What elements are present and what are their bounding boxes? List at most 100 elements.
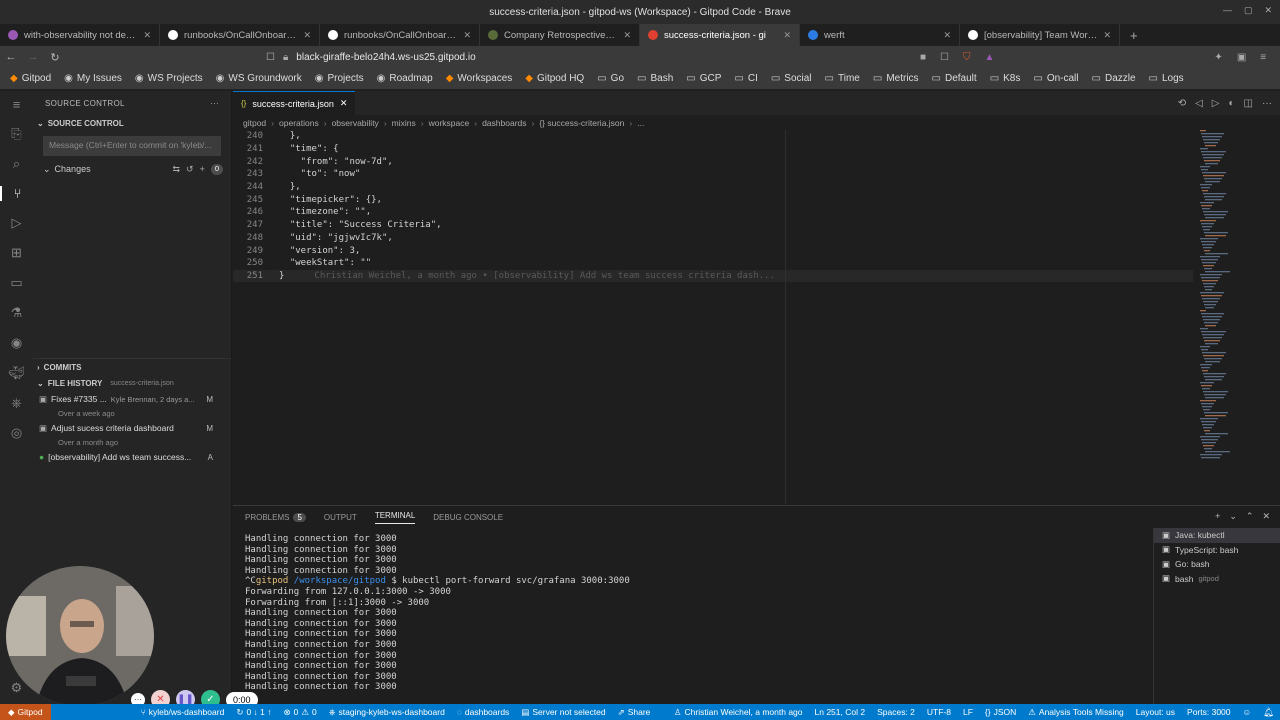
- share-button[interactable]: ⇗ Share: [612, 707, 657, 718]
- terminal-instance[interactable]: ▣ bash gitpod: [1154, 572, 1280, 587]
- bookmark-item[interactable]: ▭ Logs: [1149, 73, 1184, 84]
- source-control-section[interactable]: ⌄ SOURCE CONTROL: [33, 115, 231, 132]
- terminal-instance[interactable]: ▣ TypeScript: bash: [1154, 543, 1280, 558]
- reload-icon[interactable]: ↻: [44, 51, 66, 64]
- maximize-panel-icon[interactable]: ⌃: [1246, 511, 1254, 522]
- close-tab-icon[interactable]: ✕: [783, 30, 791, 41]
- brave-shield-icon[interactable]: ⛉: [963, 52, 971, 63]
- list-item[interactable]: ● [observability] Add ws team success... A: [33, 450, 231, 464]
- bookmark-item[interactable]: ◆ Workspaces: [446, 73, 513, 84]
- bookmark-item[interactable]: ▭ Metrics: [873, 73, 919, 84]
- more-actions-icon[interactable]: ···: [210, 99, 219, 108]
- changes-group[interactable]: ⌄ Changes ⇆ ↺ + 0: [33, 160, 231, 178]
- close-tab-icon[interactable]: ✕: [340, 98, 348, 109]
- breadcrumb-item[interactable]: workspace: [429, 118, 470, 128]
- maximize-icon[interactable]: ▢: [1244, 5, 1253, 16]
- bookmark-item[interactable]: ◉ Projects: [315, 73, 364, 84]
- close-tab-icon[interactable]: ✕: [623, 30, 631, 41]
- blame-indicator[interactable]: ♙ Christian Weichel, a month ago: [668, 707, 809, 718]
- kube-namespace-indicator[interactable]: ◌ dashboards: [451, 707, 515, 717]
- stage-all-icon[interactable]: +: [200, 164, 205, 175]
- minimize-icon[interactable]: —: [1223, 5, 1232, 16]
- server-indicator[interactable]: ▤ Server not selected: [515, 707, 611, 718]
- bookmark-item[interactable]: ◆ Gitpod HQ: [525, 73, 584, 84]
- problems-indicator[interactable]: ⊗ 0 ⚠ 0: [277, 707, 322, 718]
- bookmark-item[interactable]: ◆ Gitpod: [10, 73, 51, 84]
- extensions-icon[interactable]: ⊞: [0, 245, 33, 261]
- browser-tab[interactable]: Company Retrospectives for C ✕: [480, 24, 640, 46]
- new-terminal-icon[interactable]: +: [1215, 511, 1220, 522]
- bookmark-item[interactable]: ▭ Default: [932, 73, 977, 84]
- git-compare-icon[interactable]: ⟲: [1178, 98, 1186, 109]
- github-icon[interactable]: ◎: [0, 425, 33, 441]
- back-icon[interactable]: ←: [0, 51, 22, 63]
- wallet-icon[interactable]: ▣: [1237, 52, 1246, 63]
- bookmark-item[interactable]: ▭ GCP: [686, 73, 721, 84]
- encoding[interactable]: UTF-8: [921, 707, 957, 717]
- close-tab-icon[interactable]: ✕: [303, 30, 311, 41]
- menu-icon[interactable]: ≡: [1260, 52, 1266, 63]
- bookmark-item[interactable]: ▭ Dazzle: [1092, 73, 1136, 84]
- indentation[interactable]: Spaces: 2: [871, 707, 921, 717]
- cursor-position[interactable]: Ln 251, Col 2: [809, 707, 872, 717]
- docker-icon[interactable]: 🐳︎: [0, 365, 33, 381]
- testing-icon[interactable]: ⚗: [0, 305, 33, 321]
- bookmark-item[interactable]: ▭ Time: [825, 73, 860, 84]
- browser-tab[interactable]: success-criteria.json - gi ✕: [640, 24, 800, 46]
- close-panel-icon[interactable]: ✕: [1262, 511, 1270, 522]
- bookmark-item[interactable]: ◉ WS Projects: [135, 73, 203, 84]
- tab-terminal[interactable]: TERMINAL: [374, 511, 416, 524]
- breadcrumb-item[interactable]: {} success-criteria.json: [539, 118, 624, 128]
- bookmark-item[interactable]: ▭ K8s: [990, 73, 1021, 84]
- bookmark-item[interactable]: ◉ My Issues: [64, 73, 122, 84]
- breadcrumb-item[interactable]: ...: [637, 118, 644, 128]
- bookmark-item[interactable]: ▭ CI: [734, 73, 757, 84]
- bookmark-item[interactable]: ▭ Social: [771, 73, 812, 84]
- share-icon[interactable]: ☐: [940, 52, 949, 63]
- bookmark-item[interactable]: ◉ Roadmap: [377, 73, 433, 84]
- camera-icon[interactable]: ■: [920, 52, 926, 63]
- kubernetes-icon[interactable]: ⎈: [0, 395, 33, 411]
- menu-icon[interactable]: ≡: [0, 97, 33, 112]
- close-tab-icon[interactable]: ✕: [943, 30, 951, 41]
- browser-tab[interactable]: werft ✕: [800, 24, 960, 46]
- commits-section[interactable]: › COMMITS: [33, 358, 231, 375]
- notifications-icon[interactable]: 🔔︎: [1257, 707, 1280, 718]
- bookmark-icon[interactable]: ☐: [266, 52, 275, 63]
- breadcrumb-item[interactable]: mixins: [392, 118, 416, 128]
- analysis-tools-indicator[interactable]: ⚠ Analysis Tools Missing: [1022, 707, 1130, 718]
- code-editor[interactable]: 240 }, 241 "time": {242 "from": "now-7d",…: [233, 130, 1193, 500]
- brave-rewards-icon[interactable]: ▲: [985, 52, 995, 63]
- tab-problems[interactable]: PROBLEMS 5: [245, 512, 306, 522]
- sync-indicator[interactable]: ↻ 0 ↓ 1 ↑: [230, 707, 277, 718]
- breadcrumb-item[interactable]: operations: [279, 118, 319, 128]
- file-history-section[interactable]: ⌄ FILE HISTORY success-criteria.json: [33, 375, 231, 392]
- next-change-icon[interactable]: ▷: [1212, 98, 1220, 109]
- kube-context-indicator[interactable]: ⎈ staging-kyleb-ws-dashboard: [323, 707, 451, 718]
- list-item[interactable]: ▣ Fixes #7335 ... Kyle Brennan, 2 days a..…: [33, 392, 231, 406]
- gitlens-icon[interactable]: ◉: [0, 335, 33, 351]
- remote-indicator[interactable]: ◆ Gitpod: [0, 704, 51, 720]
- bookmark-item[interactable]: ◉ WS Groundwork: [216, 73, 302, 84]
- close-tab-icon[interactable]: ✕: [143, 30, 151, 41]
- breadcrumb-item[interactable]: dashboards: [482, 118, 526, 128]
- breadcrumb-item[interactable]: observability: [332, 118, 379, 128]
- address-bar[interactable]: ☐ 🔒︎ black-giraffe-belo24h4.ws-us25.gitp…: [266, 52, 906, 63]
- extensions-icon[interactable]: ✦: [1214, 52, 1222, 63]
- open-changes-icon[interactable]: ⇆: [172, 164, 180, 175]
- editor-tab[interactable]: {} success-criteria.json ✕: [233, 91, 356, 115]
- bookmark-item[interactable]: ▭ Go: [597, 73, 624, 84]
- explorer-icon[interactable]: ⎘: [0, 126, 33, 142]
- bookmark-item[interactable]: ▭ On-call: [1033, 73, 1078, 84]
- ports-indicator[interactable]: Ports: 3000: [1181, 707, 1236, 717]
- keyboard-layout[interactable]: Layout: us: [1130, 707, 1181, 717]
- browser-tab[interactable]: runbooks/OnCallOnboarding ✕: [160, 24, 320, 46]
- search-icon[interactable]: ⌕: [0, 156, 33, 172]
- close-tab-icon[interactable]: ✕: [463, 30, 471, 41]
- bookmark-item[interactable]: ▭ Bash: [637, 73, 673, 84]
- tab-output[interactable]: OUTPUT: [324, 513, 357, 522]
- split-editor-icon[interactable]: ◫: [1244, 98, 1253, 109]
- language-mode[interactable]: {} JSON: [979, 707, 1022, 717]
- list-item[interactable]: ▣ Adjust sucess criteria dashboard M: [33, 421, 231, 435]
- breadcrumb-item[interactable]: gitpod: [243, 118, 266, 128]
